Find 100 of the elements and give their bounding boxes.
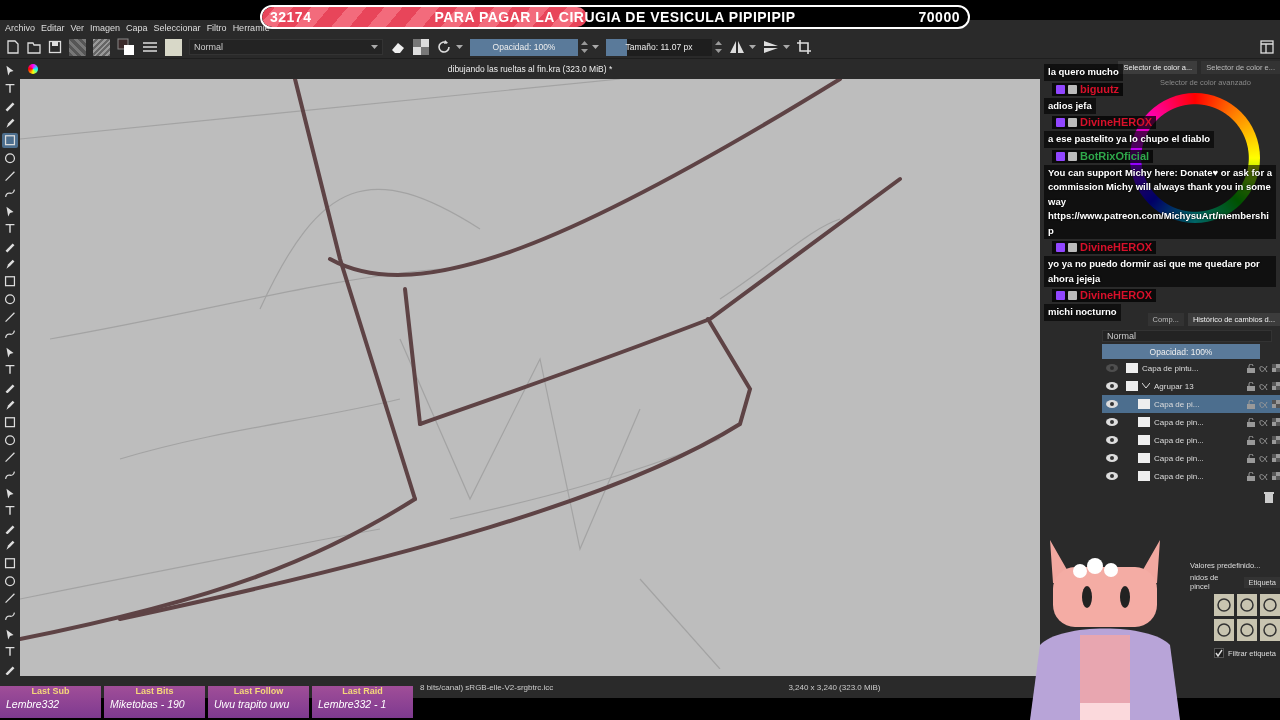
new-document-icon[interactable]	[6, 40, 20, 54]
menu-item[interactable]: Editar	[41, 23, 65, 33]
lock-icon	[1247, 435, 1255, 445]
tool-icon[interactable]	[2, 556, 18, 571]
refresh-icon[interactable]	[436, 39, 452, 55]
layer-row[interactable]: Capa de pin...	[1102, 449, 1280, 467]
checkbox[interactable]	[1214, 648, 1224, 658]
chat-message: michi nocturno	[1044, 304, 1121, 321]
chat-message: adios jefa	[1044, 97, 1096, 114]
tool-icon[interactable]	[2, 450, 18, 465]
stat-label: Last Bits	[135, 686, 174, 698]
username-tag: DivineHEROX	[1052, 289, 1157, 302]
stat-label: Last Follow	[233, 686, 284, 698]
alpha-lock-icon	[1259, 382, 1268, 390]
tool-icon[interactable]	[2, 291, 18, 307]
checkerboard-icon	[1272, 436, 1280, 444]
menu-item[interactable]: Seleccionar	[153, 23, 201, 33]
pattern-swatch[interactable]	[93, 38, 110, 56]
brush-preset-icon[interactable]	[1237, 619, 1257, 641]
layer-thumbnail	[1126, 363, 1138, 373]
lock-icon	[1247, 453, 1255, 463]
image-dimensions: 3,240 x 3,240 (323.0 MiB)	[788, 682, 881, 692]
spin-arrows-icon[interactable]	[715, 40, 722, 54]
stat-value: Lembre332 - 1	[317, 698, 387, 710]
checkerboard-icon	[1272, 382, 1280, 390]
checkerboard-icon	[1272, 418, 1280, 426]
chat-message: You can support Michy here: Donate♥ or ask for a commission Michy will always thank you in some way https://www.patreon.com/MichysuArt/membership	[1044, 164, 1276, 239]
brush-preset-icon[interactable]	[1237, 594, 1257, 616]
caret-icon	[456, 45, 463, 49]
blend-mode-dropdown[interactable]: Normal	[189, 39, 383, 55]
folder-icon[interactable]	[27, 40, 41, 54]
layer-row[interactable]: Capa de pin...	[1102, 413, 1280, 431]
mirror-vertical-icon[interactable]	[763, 39, 779, 55]
lock-icon	[1247, 399, 1255, 409]
alpha-lock-icon	[1259, 436, 1268, 444]
opacity-slider[interactable]: Opacidad: 100%	[1102, 344, 1260, 359]
layer-row[interactable]: Capa de pintu...	[1102, 359, 1280, 377]
alpha-lock-icon	[1259, 400, 1268, 408]
layer-row[interactable]: Capa de pin...	[1102, 431, 1280, 449]
alpha-lock-icon	[1259, 364, 1268, 372]
color-swap-icon[interactable]	[117, 38, 135, 56]
layer-row[interactable]: Capa de pin...	[1102, 467, 1280, 485]
menu-item[interactable]: Herramie	[232, 23, 270, 33]
chat-message: yo ya no puedo dormir asi que me quedare por ahora jejeja	[1044, 256, 1276, 287]
layer-thumbnail	[1138, 453, 1150, 463]
alpha-lock-icon	[1259, 472, 1268, 480]
alpha-lock-icon	[1259, 418, 1268, 426]
crop-icon[interactable]	[797, 40, 811, 54]
layer-thumbnail	[1126, 381, 1138, 391]
brush-preset-icon[interactable]	[1214, 619, 1234, 641]
tool-icon[interactable]	[2, 151, 18, 166]
layer-thumbnail	[1138, 435, 1150, 445]
stat-value: Miketobas - 190	[109, 698, 185, 710]
username-tag: DivineHEROX	[1052, 116, 1157, 129]
document-title: dibujando las rueltas al fin.kra (323.0 MiB) *	[447, 64, 613, 74]
caret-icon	[783, 45, 790, 49]
username-tag: DivineHEROX	[1052, 241, 1157, 254]
menu-item[interactable]: Archivo	[5, 23, 35, 33]
tool-icon[interactable]	[2, 573, 18, 589]
blend-mode-dropdown[interactable]: Normal	[1102, 330, 1272, 342]
brush-preset-icon[interactable]	[1260, 594, 1280, 616]
spin-arrows-icon[interactable]	[581, 40, 588, 54]
layer-thumbnail	[1138, 399, 1150, 409]
goal-target: 70000	[918, 9, 960, 25]
brush-preset-icon[interactable]	[1260, 619, 1280, 641]
caret-icon	[592, 45, 599, 49]
checkerboard-icon	[1272, 454, 1280, 462]
brush-preset-icon[interactable]	[1214, 594, 1234, 616]
layer-row[interactable]: Agrupar 13	[1102, 377, 1280, 395]
gradient-swatch[interactable]	[69, 38, 86, 56]
lock-icon	[1247, 417, 1255, 427]
layer-thumbnail	[1138, 471, 1150, 481]
tool-icon[interactable]	[2, 133, 18, 148]
mirror-horizontal-icon[interactable]	[729, 39, 745, 55]
save-icon[interactable]	[48, 40, 62, 54]
stat-label: Last Sub	[31, 686, 70, 698]
chat-message: la quero mucho	[1044, 64, 1123, 81]
alpha-lock-icon	[1259, 454, 1268, 462]
opacity-slider[interactable]: Opacidad: 100%	[470, 38, 578, 56]
tool-icon[interactable]	[2, 591, 18, 606]
color-palette-icon[interactable]	[28, 64, 38, 74]
goal-current: 32174	[270, 9, 312, 25]
stat-value: Uwu trapito uwu	[213, 698, 290, 710]
tool-icon[interactable]	[2, 274, 18, 289]
layer-row[interactable]: Capa de pi...	[1102, 395, 1280, 413]
trash-icon[interactable]	[1264, 491, 1274, 503]
caret-icon	[371, 45, 378, 49]
tool-icon[interactable]	[2, 415, 18, 430]
checkerboard-icon[interactable]	[413, 39, 429, 55]
brush-preset-thumbnail[interactable]	[165, 38, 182, 56]
menu-item[interactable]: Capa	[126, 23, 148, 33]
brush-settings-icon[interactable]	[142, 40, 158, 54]
menu-item[interactable]: Filtro	[206, 23, 227, 33]
menu-item[interactable]: Ver	[70, 23, 85, 33]
layout-icon[interactable]	[1260, 40, 1274, 54]
checkerboard-icon	[1272, 472, 1280, 480]
tool-icon[interactable]	[2, 432, 18, 448]
color-profile-info: 8 bits/canal) sRGB-elle-V2-srgbtrc.icc	[420, 682, 554, 692]
menu-item[interactable]: Imagen	[90, 23, 121, 33]
stat-value: Lembre332	[5, 698, 60, 710]
